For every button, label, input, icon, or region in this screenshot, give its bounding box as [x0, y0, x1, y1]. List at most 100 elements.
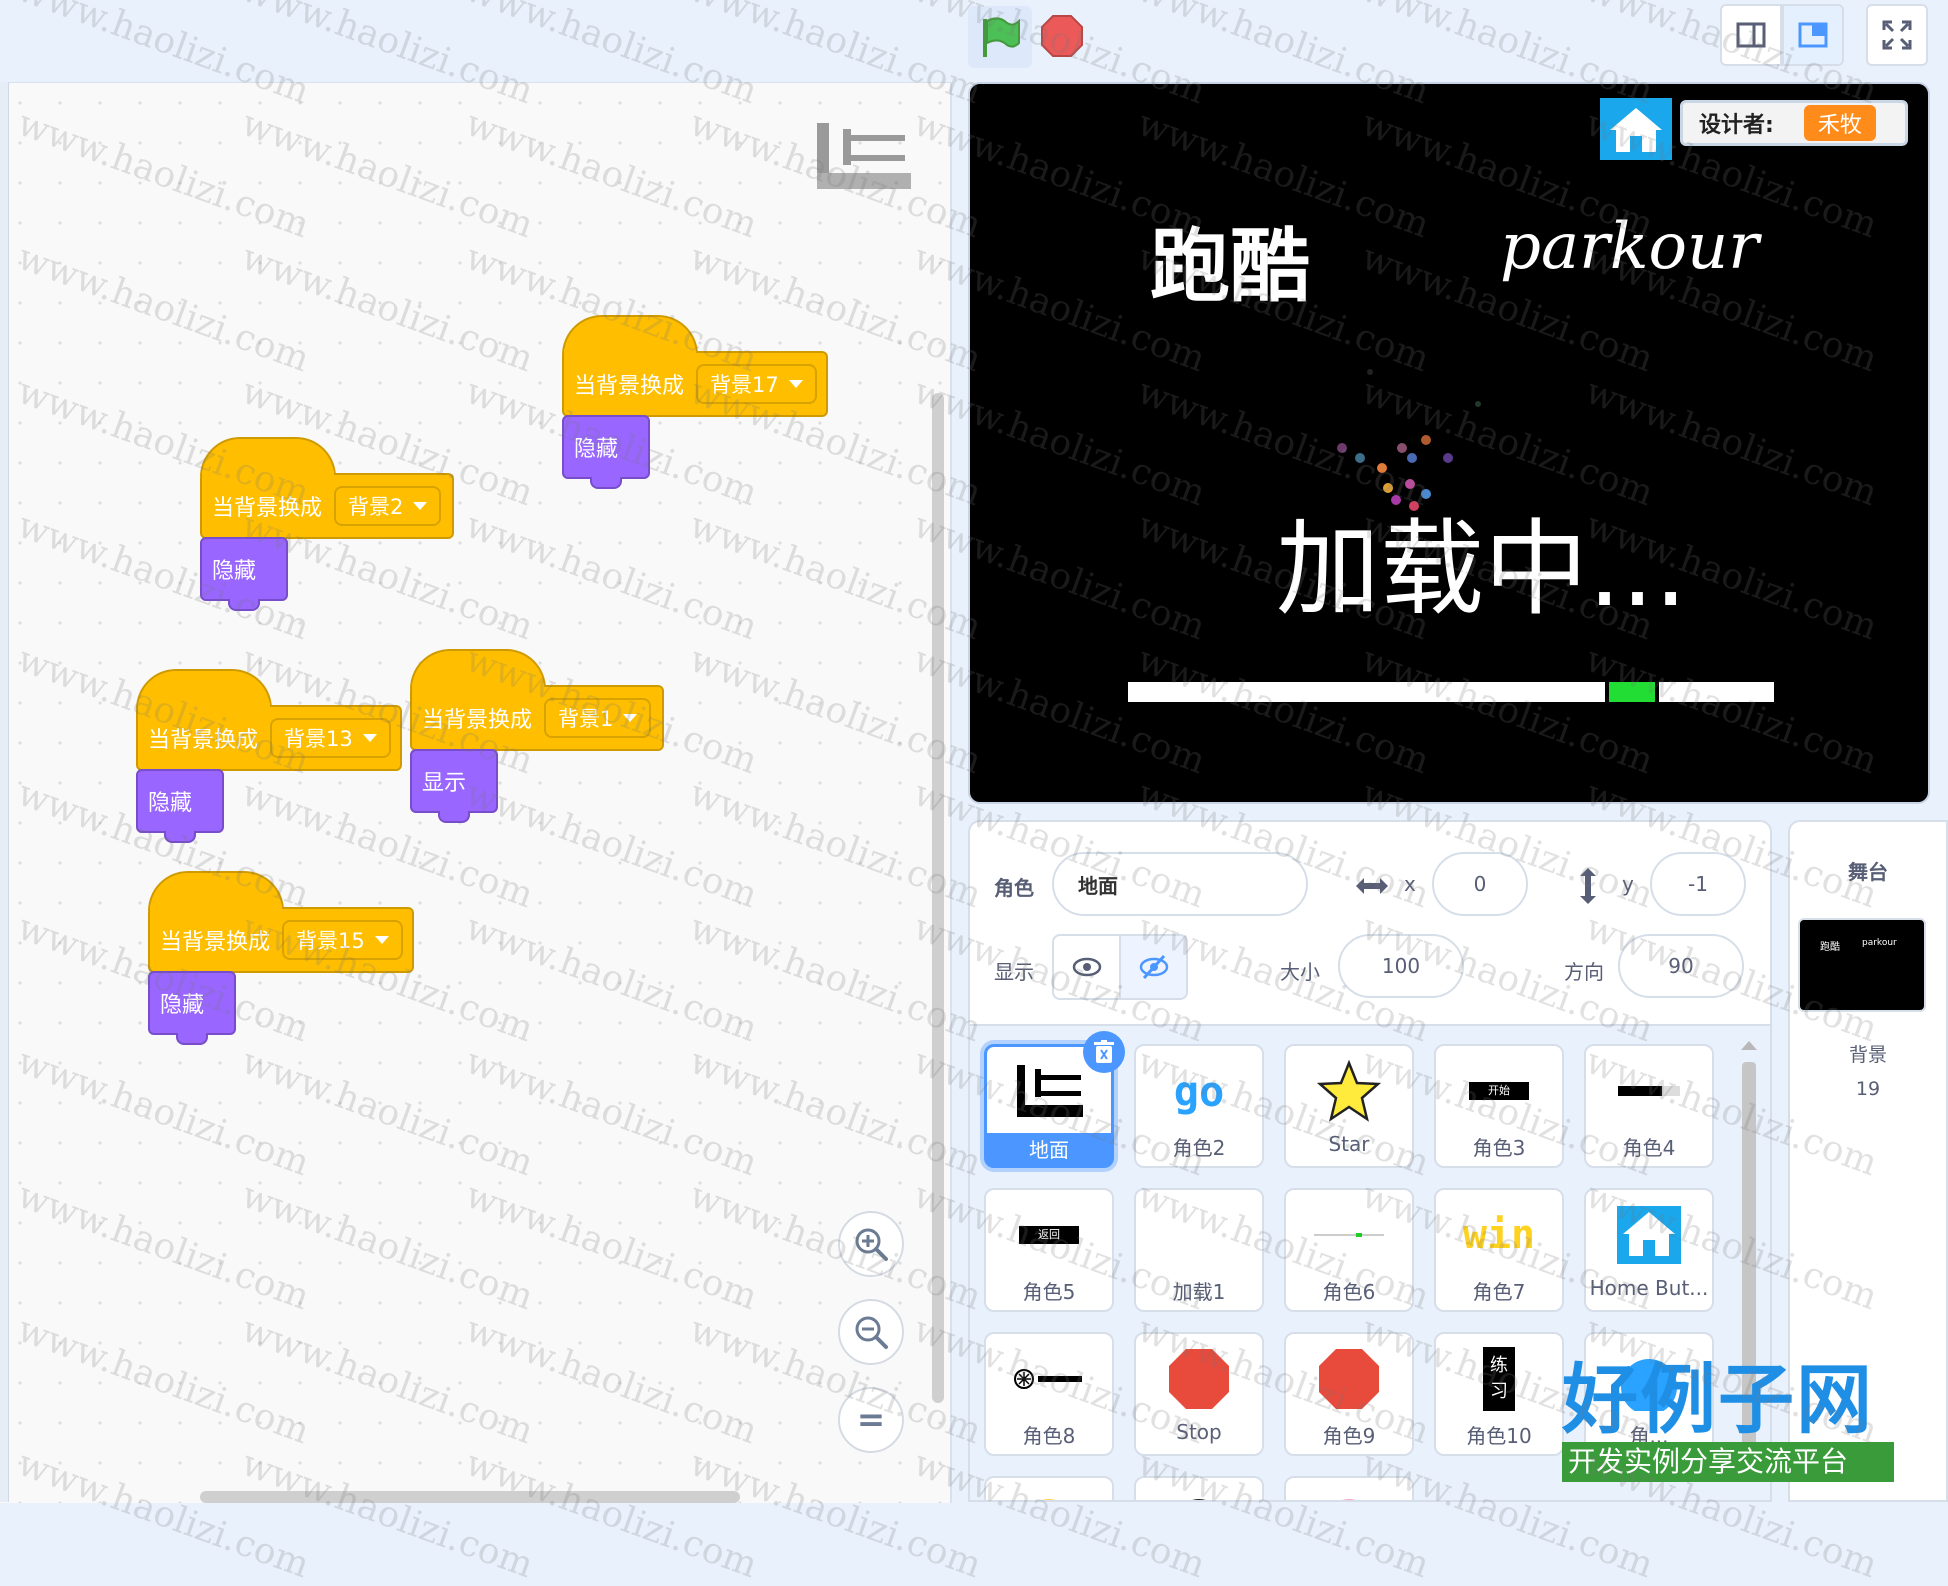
sprite-name: 角色6: [1322, 1280, 1376, 1304]
green-flag-button[interactable]: [968, 6, 1032, 68]
sprite-thumbnail: [1286, 1342, 1412, 1416]
chevron-down-icon: [413, 502, 428, 510]
size-label: 大小: [1280, 960, 1320, 984]
title-chinese: 跑酷: [1150, 220, 1310, 313]
brand-tagline: 开发实例分享交流平台: [1562, 1442, 1894, 1482]
sprite-tile[interactable]: 加载1: [1134, 1188, 1264, 1312]
cap-join: [202, 471, 334, 477]
zoom-reset-button[interactable]: =: [838, 1387, 904, 1453]
sprite-tile[interactable]: go 角色2: [1134, 1044, 1264, 1168]
hat-label: 当背景换成: [148, 728, 259, 753]
y-label: y: [1622, 872, 1634, 896]
sprite-tile[interactable]: 角色9: [1284, 1332, 1414, 1456]
logo-thumb: [1014, 1369, 1082, 1389]
show-block[interactable]: 显示: [410, 749, 498, 813]
direction-input[interactable]: 90: [1618, 934, 1744, 998]
designer-value: 禾牧: [1803, 105, 1876, 141]
sprite-thumbnail: [1286, 1486, 1412, 1500]
x-input[interactable]: 0: [1432, 852, 1528, 916]
dropdown-value: 背景15: [296, 929, 365, 953]
small-stage-button[interactable]: [1720, 4, 1782, 66]
when-backdrop-switches-block[interactable]: 当背景换成 背景1: [410, 685, 664, 751]
stack-label: 隐藏: [160, 993, 205, 1018]
stack-tab: [176, 1033, 208, 1045]
sprite-tile[interactable]: 返回 角色5: [984, 1188, 1114, 1312]
hide-button[interactable]: [1121, 936, 1186, 998]
backdrop-dropdown[interactable]: 背景15: [282, 920, 403, 960]
sprite-partial-icon: [1342, 1499, 1356, 1500]
sprite-tile[interactable]: 练 习角色10: [1434, 1332, 1564, 1456]
thumb-title-en: parkour: [1862, 938, 1897, 948]
stop-octagon-icon: [1169, 1349, 1229, 1409]
backdrop-dropdown[interactable]: 背景17: [696, 364, 817, 404]
hide-block[interactable]: 隐藏: [136, 769, 224, 833]
sprite-tile[interactable]: win 角色7: [1434, 1188, 1564, 1312]
backdrop-dropdown[interactable]: 背景1: [544, 698, 652, 738]
y-value: -1: [1688, 872, 1708, 896]
sprite-tile[interactable]: 角色4: [1584, 1044, 1714, 1168]
when-backdrop-switches-block[interactable]: 当背景换成 背景17: [562, 351, 828, 417]
sprite-tile[interactable]: Stop: [1134, 1332, 1264, 1456]
home-icon: [1610, 108, 1662, 152]
normal-stage-button[interactable]: [1782, 4, 1844, 66]
chevron-down-icon: [362, 734, 377, 742]
when-backdrop-switches-block[interactable]: 当背景换成 背景2: [200, 473, 454, 539]
sprite-label: 角色: [994, 876, 1034, 900]
sprite-name: 角色5: [1022, 1280, 1076, 1304]
designer-label: 设计者:: [1699, 113, 1774, 138]
sprite-name: 角色3: [1472, 1136, 1526, 1160]
sprite-tile[interactable]: [1134, 1476, 1264, 1500]
sprite-thumbnail: [1286, 1198, 1412, 1272]
code-area[interactable]: 当背景换成 背景17 隐藏 当背景换成 背景2 隐藏 当背景换成 背景13 隐藏: [0, 82, 952, 1503]
y-input[interactable]: -1: [1650, 852, 1746, 916]
cap-join: [564, 349, 696, 355]
code-horizontal-scrollbar[interactable]: [200, 1491, 740, 1503]
home-button[interactable]: [1600, 98, 1672, 160]
size-value: 100: [1381, 954, 1421, 978]
sprite-thumbnail: [1286, 1054, 1412, 1128]
dropdown-value: 背景1: [558, 707, 614, 731]
brand-text: 好例子网: [1562, 1355, 1874, 1444]
x-arrows-icon: [1356, 878, 1388, 894]
hide-block[interactable]: 隐藏: [562, 415, 650, 479]
stage[interactable]: 设计者: 禾牧 跑酷 parkour 加载中...: [968, 82, 1930, 804]
sprite-tile[interactable]: Star: [1284, 1044, 1414, 1168]
progress-indicator: [1605, 682, 1659, 702]
stack-tab: [590, 477, 622, 489]
zoom-out-button[interactable]: [838, 1299, 904, 1365]
sprite-name-input[interactable]: 地面: [1052, 852, 1308, 916]
star-icon: [1317, 1060, 1381, 1122]
sprite-tile[interactable]: 地面: [984, 1031, 1125, 1168]
sprite-tile[interactable]: 角色6: [1284, 1188, 1414, 1312]
eye-icon: [1072, 957, 1101, 977]
backdrop-dropdown[interactable]: 背景13: [270, 718, 391, 758]
sprite-thumbnail: go: [1136, 1054, 1262, 1128]
when-backdrop-switches-block[interactable]: 当背景换成 背景15: [148, 907, 414, 973]
backdrop-dropdown[interactable]: 背景2: [334, 486, 442, 526]
sprite-tile[interactable]: 角色8: [984, 1332, 1114, 1456]
hide-block[interactable]: 隐藏: [148, 971, 236, 1035]
sprite-name: Stop: [1176, 1420, 1222, 1444]
sprite-tile[interactable]: [1284, 1476, 1414, 1500]
sprite-tile[interactable]: [984, 1476, 1114, 1500]
line-thumb: [1314, 1233, 1384, 1237]
delete-sprite-button[interactable]: [1083, 1031, 1125, 1073]
code-vertical-scrollbar[interactable]: [932, 393, 944, 1403]
fullscreen-button[interactable]: [1866, 4, 1928, 66]
stop-button[interactable]: [1040, 14, 1084, 62]
backdrop-count: 19: [1855, 1078, 1881, 1100]
when-backdrop-switches-block[interactable]: 当背景换成 背景13: [136, 705, 402, 771]
thumb-title-cn: 跑酷: [1820, 942, 1840, 953]
backdrop-thumbnail[interactable]: 跑酷 parkour: [1798, 918, 1926, 1012]
sprite-name: Star: [1328, 1132, 1370, 1156]
show-button[interactable]: [1054, 936, 1121, 998]
sprite-tile[interactable]: Home But...: [1584, 1188, 1714, 1312]
hide-block[interactable]: 隐藏: [200, 537, 288, 601]
sprite-tile[interactable]: 开始 角色3: [1434, 1044, 1564, 1168]
sprite-name: 角色9: [1322, 1424, 1376, 1448]
size-input[interactable]: 100: [1338, 934, 1464, 998]
bar-thumb: [1618, 1086, 1680, 1096]
y-arrows-icon: [1580, 868, 1596, 904]
zoom-in-button[interactable]: [838, 1211, 904, 1277]
chevron-down-icon: [374, 936, 389, 944]
